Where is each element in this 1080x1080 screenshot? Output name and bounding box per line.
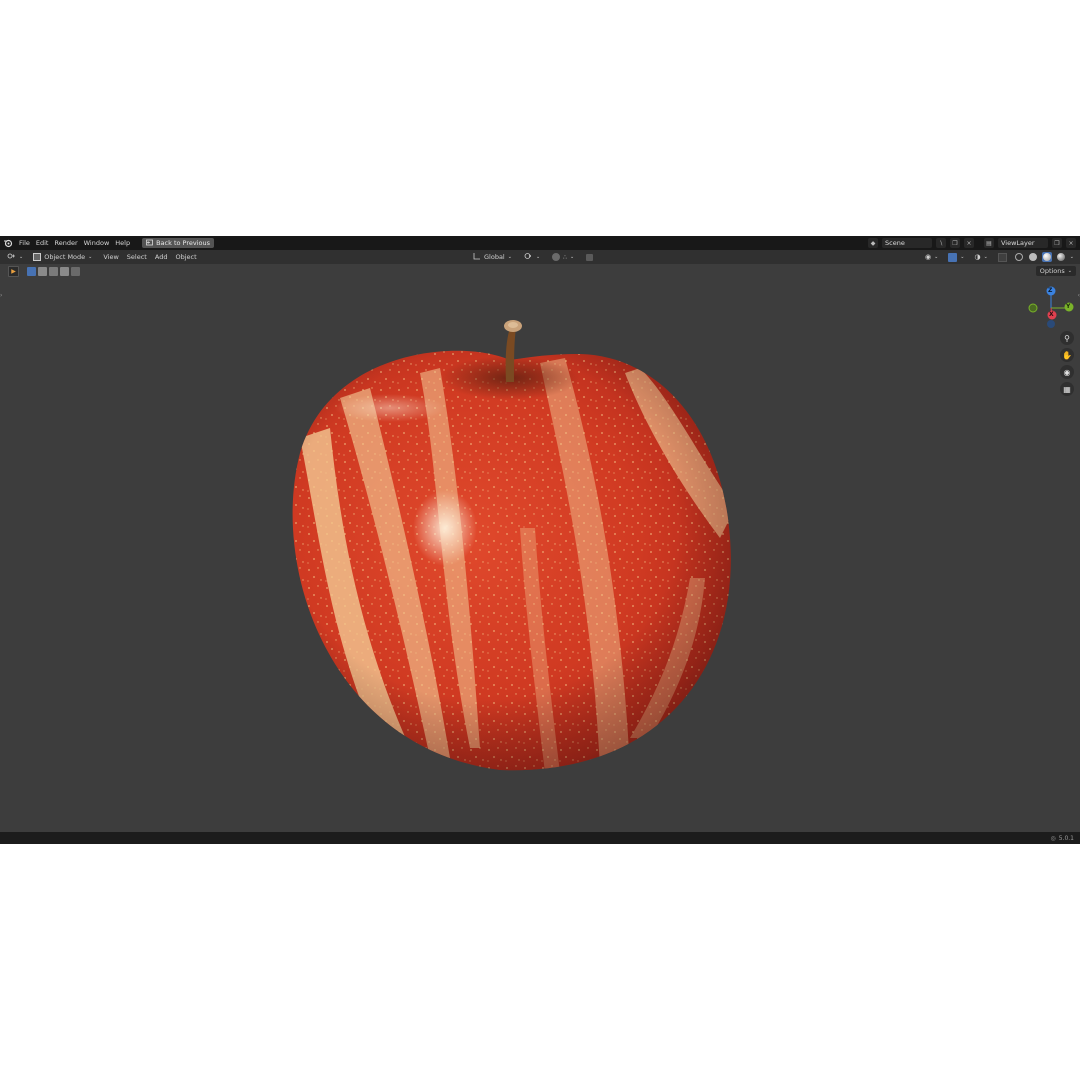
delete-scene-icon[interactable]: × [964, 238, 974, 248]
viewlayer-name: ViewLayer [1001, 239, 1035, 247]
menu-render[interactable]: Render [54, 239, 77, 247]
navigation-gizmo[interactable]: Z Y X [1024, 284, 1080, 332]
back-button-label: Back to Previous [156, 239, 211, 247]
scene-name: Scene [885, 239, 905, 247]
zoom-icon[interactable]: ⚲ [1060, 331, 1074, 345]
menu-select[interactable]: Select [127, 253, 147, 261]
3d-viewport[interactable] [0, 278, 1080, 832]
menu-window[interactable]: Window [84, 239, 110, 247]
gizmo-icon [948, 252, 958, 262]
scene-field[interactable]: Scene [882, 238, 932, 248]
snap-toggle[interactable]: ∴ ⌄ [549, 252, 577, 262]
top-menu-bar: File Edit Render Window Help Back to Pre… [0, 236, 1080, 250]
chevron-down-icon: ⌄ [934, 254, 939, 260]
new-scene-icon[interactable]: ❐ [950, 238, 960, 248]
visibility-selector[interactable]: ◉ ⌄ [922, 252, 941, 262]
blender-window: File Edit Render Window Help Back to Pre… [0, 236, 1080, 844]
select-mode-new-icon[interactable] [27, 266, 36, 276]
globe-icon: ◎ [1050, 834, 1056, 842]
delete-viewlayer-icon[interactable]: × [1066, 238, 1076, 248]
menu-add[interactable]: Add [155, 253, 168, 261]
chevron-down-icon[interactable]: ⌄ [1070, 254, 1074, 260]
pivot-point-selector[interactable]: ⌄ [521, 252, 543, 262]
menu-view[interactable]: View [103, 253, 118, 261]
mode-selector[interactable]: Object Mode ⌄ [30, 252, 95, 262]
viewlayer-field[interactable]: ViewLayer [998, 238, 1048, 248]
visibility-icon: ◉ [924, 253, 932, 261]
chevron-down-icon: ⌄ [1067, 268, 1072, 274]
shading-solid-button[interactable] [1028, 252, 1038, 262]
new-viewlayer-icon[interactable]: ❐ [1052, 238, 1062, 248]
rendered-shading-icon [1056, 253, 1065, 261]
viewlayer-selector-icon[interactable]: ▤ [984, 238, 994, 248]
menu-object[interactable]: Object [175, 253, 196, 261]
xray-icon [997, 252, 1007, 262]
options-label: Options [1039, 267, 1065, 275]
editor-type-icon [7, 252, 16, 262]
chevron-down-icon: ⌄ [983, 254, 988, 260]
shading-rendered-button[interactable] [1056, 252, 1066, 262]
snap-icon [552, 253, 561, 261]
back-arrow-icon [146, 239, 153, 248]
mode-label: Object Mode [44, 253, 86, 261]
snap-target-icon: ∴ [563, 253, 567, 261]
gizmo-axis-y-label: Y [1066, 303, 1071, 310]
chevron-down-icon: ⌄ [535, 254, 541, 260]
axes-icon [473, 252, 481, 262]
solid-shading-icon [1028, 253, 1037, 261]
options-dropdown[interactable]: Options ⌄ [1035, 266, 1076, 276]
proportional-editing-icon [586, 253, 594, 261]
scene-selector-icon[interactable]: ◆ [868, 238, 878, 248]
overlay-toggle[interactable]: ◑ ⌄ [971, 252, 990, 262]
gizmo-axis-x-label: X [1049, 311, 1054, 318]
play-tool-icon[interactable]: ▶ [8, 265, 19, 277]
gizmo-axis-z-label: Z [1048, 287, 1053, 294]
editor-type-button[interactable]: ⌄ [4, 252, 26, 262]
gizmo-toggle[interactable]: ⌄ [945, 252, 967, 262]
viewport-canvas [292, 320, 731, 771]
proportional-editing-toggle[interactable] [583, 252, 596, 262]
menu-help[interactable]: Help [115, 239, 130, 247]
select-mode-intersect-icon[interactable] [71, 266, 80, 276]
status-bar: ◎ 5.0.1 [0, 832, 1080, 844]
menu-edit[interactable]: Edit [36, 239, 49, 247]
chevron-down-icon: ⌄ [507, 254, 512, 260]
hand-pan-icon[interactable]: ✋ [1060, 348, 1074, 362]
object-mode-icon [33, 253, 42, 261]
version-label: 5.0.1 [1058, 834, 1074, 842]
shading-wireframe-button[interactable] [1014, 252, 1024, 262]
back-to-previous-button[interactable]: Back to Previous [142, 238, 215, 248]
shading-material-button[interactable] [1041, 252, 1052, 262]
select-mode-subtract-icon[interactable] [49, 266, 58, 276]
material-shading-icon [1042, 253, 1051, 261]
apple-model [292, 350, 731, 771]
xray-toggle[interactable] [995, 252, 1010, 262]
blender-logo-icon[interactable] [3, 238, 13, 248]
viewport-header: ⌄ Object Mode ⌄ View Select Add Object G… [0, 250, 1080, 264]
grid-ortho-icon[interactable]: ▦ [1060, 382, 1074, 396]
chevron-down-icon: ⌄ [569, 254, 575, 260]
select-mode-invert-icon[interactable] [60, 266, 69, 276]
pivot-icon [524, 252, 533, 262]
wireframe-shading-icon [1014, 253, 1023, 261]
pin-scene-icon[interactable]: ∖ [936, 238, 946, 248]
overlay-icon: ◑ [974, 253, 981, 261]
chevron-down-icon: ⌄ [19, 254, 24, 260]
transform-orientation-selector[interactable]: Global ⌄ [470, 252, 515, 262]
chevron-down-icon: ⌄ [88, 254, 93, 260]
chevron-down-icon: ⌄ [960, 254, 965, 260]
camera-icon[interactable]: ◉ [1060, 365, 1074, 379]
select-mode-extend-icon[interactable] [38, 266, 47, 276]
transform-orientation-label: Global [484, 253, 505, 261]
tool-settings-row: ▶ Options ⌄ [0, 264, 1080, 278]
menu-file[interactable]: File [19, 239, 30, 247]
